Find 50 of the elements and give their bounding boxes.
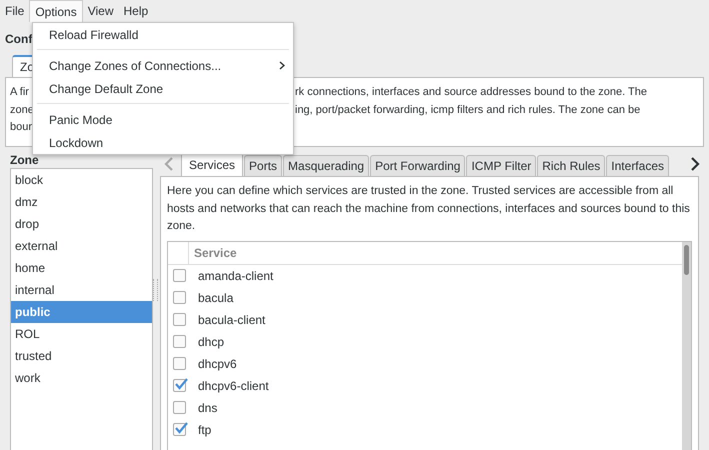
description-text: A fir (10, 85, 29, 100)
tab[interactable]: Masquerading (283, 155, 370, 176)
menu-item[interactable]: Reload Firewalld (33, 23, 293, 46)
checkbox[interactable] (173, 269, 186, 282)
checkbox[interactable] (173, 313, 186, 326)
checkbox[interactable] (173, 423, 186, 436)
menu-item[interactable]: Change Default Zone (33, 77, 293, 100)
menu-item[interactable]: File (0, 0, 30, 22)
zone-item[interactable]: trusted (11, 345, 152, 367)
menu-item[interactable]: Options (29, 0, 83, 22)
zone-item[interactable]: ROL (11, 323, 152, 345)
description-text: ing, port/packet forwarding, icmp filters and rich rules. The zone can be (295, 102, 640, 118)
menu-item[interactable]: Change Zones of Connections... (33, 54, 293, 77)
checkbox[interactable] (173, 335, 186, 348)
column-header[interactable]: Service (189, 242, 237, 264)
zone-item[interactable]: dmz (11, 191, 152, 213)
zone-item[interactable]: work (11, 367, 152, 389)
service-name: bacula-client (198, 312, 266, 326)
service-name: dhcpv6-client (198, 378, 269, 392)
tab[interactable]: Rich Rules (537, 155, 606, 176)
zone-item[interactable]: home (11, 257, 152, 279)
menu-item[interactable]: Help (118, 0, 154, 22)
tab[interactable]: Ports (244, 155, 282, 176)
checkbox[interactable] (173, 379, 186, 392)
menu-item[interactable]: Lockdown (33, 131, 293, 154)
checkbox[interactable] (173, 357, 186, 370)
description-text: rk connections, interfaces and source addresses bound to the zone. The (295, 85, 648, 100)
service-name: dhcp (198, 334, 224, 348)
zone-item[interactable]: drop (11, 213, 152, 235)
description-text: bour (10, 120, 32, 135)
tab[interactable]: ICMP Filter (466, 155, 536, 176)
service-name: dhcpv6 (198, 356, 237, 370)
service-name: dns (198, 400, 218, 414)
section-heading: Conf (5, 32, 32, 46)
service-name: bacula (198, 290, 234, 304)
menu-item[interactable]: View (82, 0, 118, 22)
zone-item[interactable]: internal (11, 279, 152, 301)
checkbox[interactable] (173, 401, 186, 414)
menu-item[interactable]: Panic Mode (33, 108, 293, 131)
service-name: ftp (198, 422, 212, 436)
zone-item[interactable]: block (11, 169, 152, 191)
tab[interactable]: Interfaces (606, 155, 669, 176)
zone-label: Zone (10, 152, 39, 166)
services-description: Here you can define which services are trusted in the zone. Trusted services are accessible from all hosts and networks that can reach the machine from connections, interfaces and sources bound to this zone. (167, 184, 691, 234)
pane-splitter[interactable] (153, 279, 158, 301)
checkbox[interactable] (173, 291, 186, 304)
service-name: amanda-client (198, 268, 274, 282)
scrollbar[interactable] (682, 242, 691, 450)
zone-item[interactable]: external (11, 235, 152, 257)
tab[interactable]: Port Forwarding (370, 155, 466, 176)
